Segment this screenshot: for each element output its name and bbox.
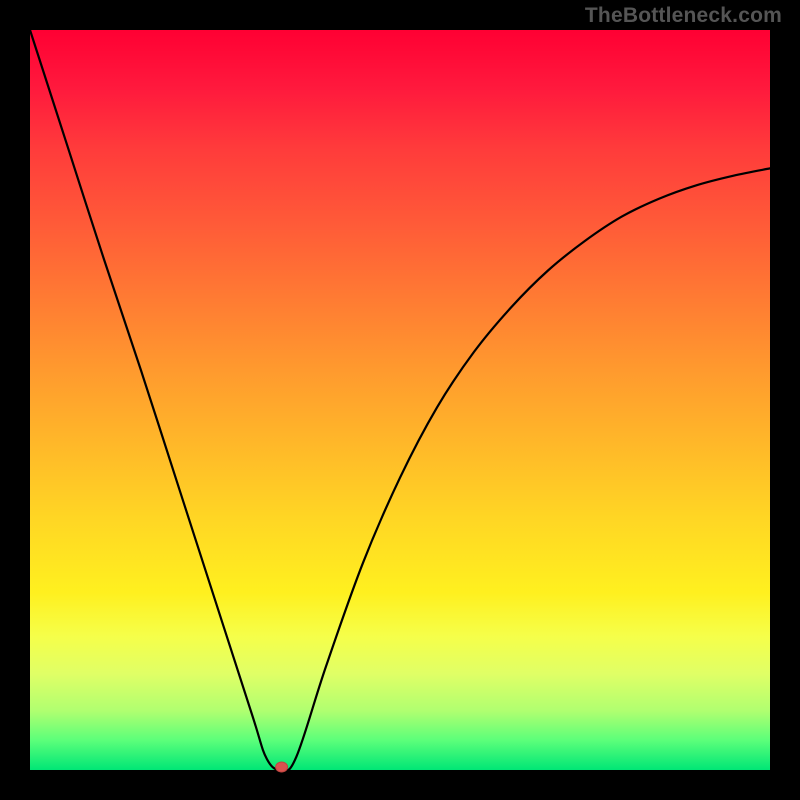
chart-frame: TheBottleneck.com: [0, 0, 800, 800]
minimum-marker: [276, 762, 288, 772]
chart-svg: [30, 30, 770, 770]
bottleneck-curve: [30, 30, 770, 771]
plot-area: [30, 30, 770, 770]
watermark-text: TheBottleneck.com: [585, 4, 782, 28]
